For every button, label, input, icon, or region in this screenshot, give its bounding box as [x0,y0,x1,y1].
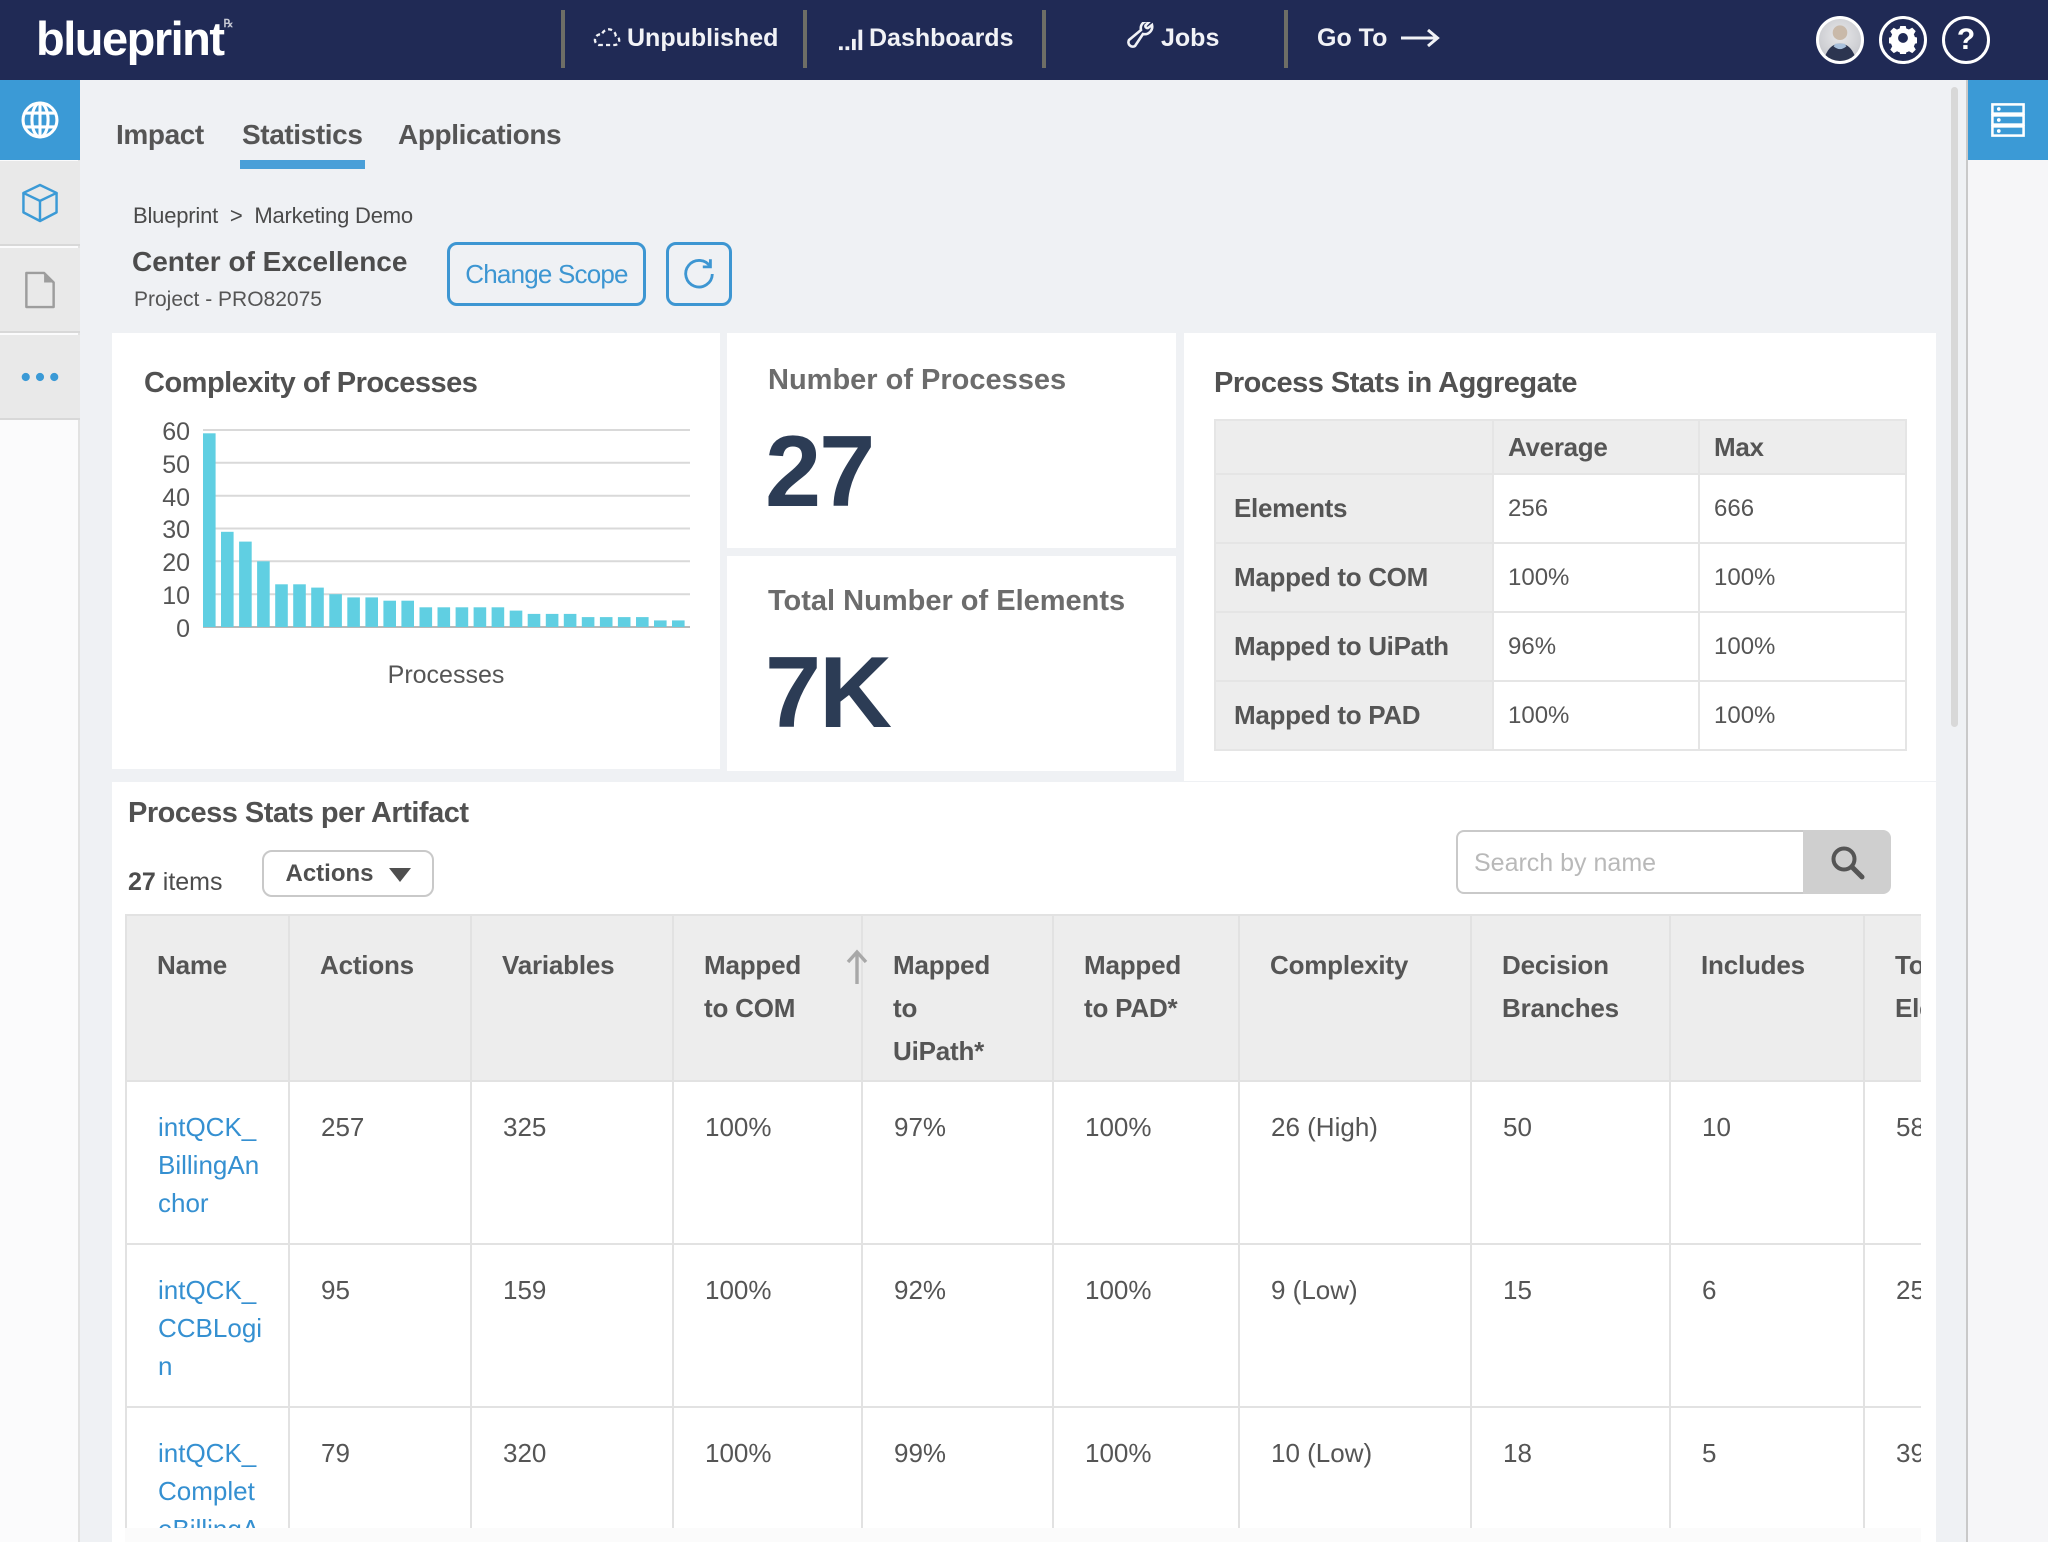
svg-text:10: 10 [162,582,190,610]
svg-text:40: 40 [162,484,190,512]
svg-text:Processes: Processes [388,661,505,689]
svg-text:60: 60 [162,418,190,446]
svg-text:0: 0 [176,615,190,643]
svg-text:20: 20 [162,549,190,577]
svg-text:50: 50 [162,451,190,479]
svg-text:30: 30 [162,516,190,544]
